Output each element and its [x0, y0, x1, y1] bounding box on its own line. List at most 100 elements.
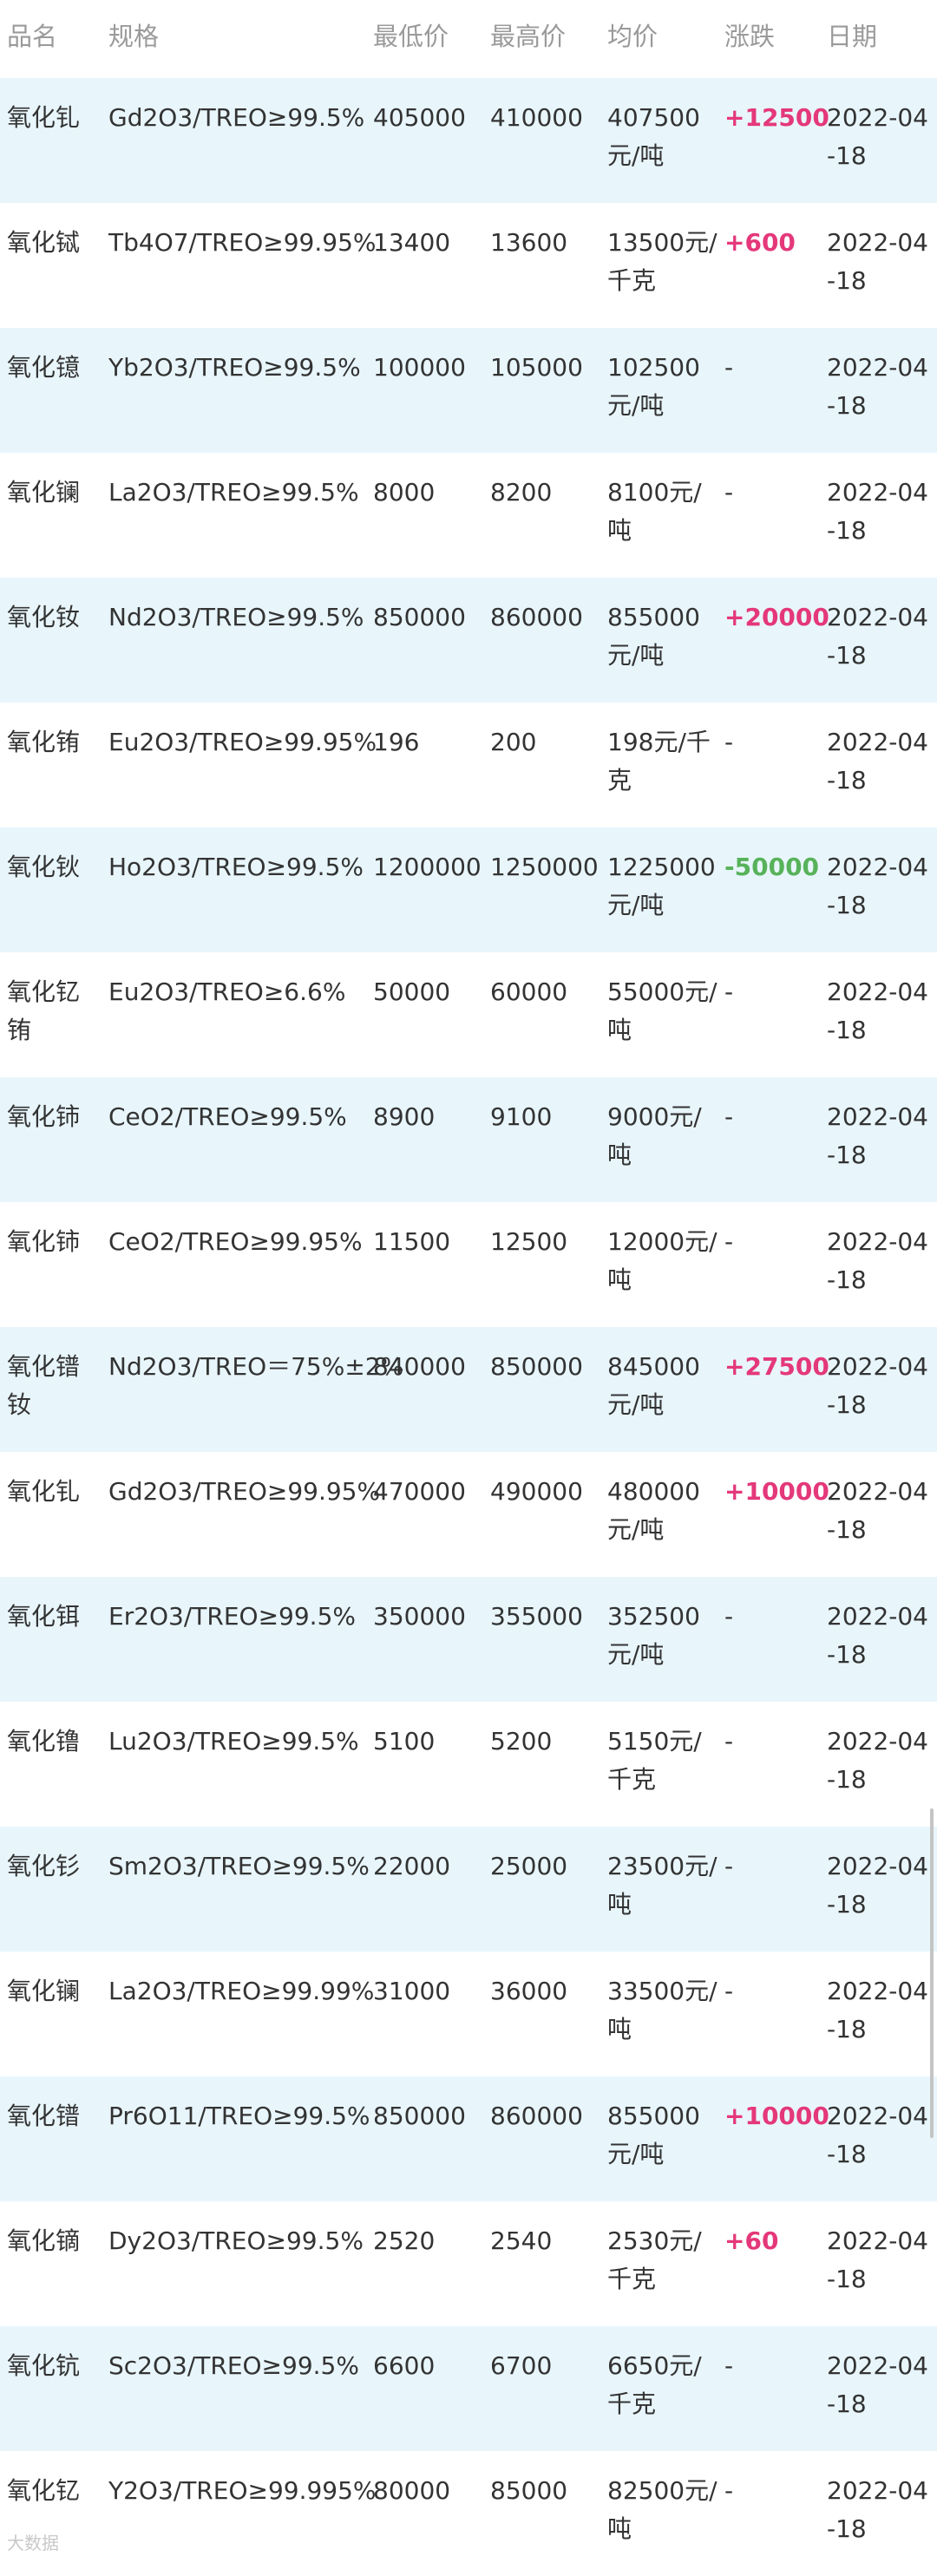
cell-max-price: 60000: [490, 977, 568, 1006]
cell-min-price: 196: [373, 728, 420, 756]
table-row[interactable]: 氧化铈 CeO2/TREO≥99.95% 11500 12500 12000元/吨 - 20…: [0, 1202, 937, 1327]
cell-avg-price: 33500元/吨: [607, 1977, 717, 2043]
header-name[interactable]: 品名: [7, 17, 94, 56]
cell-date: 2022-04-18: [827, 1477, 928, 1544]
cell-spec: Dy2O3/TREO≥99.5%: [108, 2226, 364, 2255]
cell-name: 氧化镧: [7, 478, 81, 507]
table-row[interactable]: 氧化铒 Er2O3/TREO≥99.5% 350000 355000 352500元/吨…: [0, 1577, 937, 1702]
cell-spec: Er2O3/TREO≥99.5%: [108, 1602, 357, 1631]
cell-name: 氧化镝: [7, 2226, 81, 2255]
table-row[interactable]: 氧化钆 Gd2O3/TREO≥99.5% 405000 410000 407500元/吨…: [0, 78, 937, 203]
cell-avg-price: 845000元/吨: [607, 1352, 700, 1419]
cell-avg-price: 407500元/吨: [607, 103, 700, 170]
table-row[interactable]: 氧化镧 La2O3/TREO≥99.5% 8000 8200 8100元/吨 - 2022-…: [0, 453, 937, 578]
cell-spec: CeO2/TREO≥99.5%: [108, 1102, 347, 1131]
cell-date: 2022-04-18: [827, 353, 928, 420]
vertical-scrollbar[interactable]: [930, 1808, 934, 2138]
cell-change: -: [724, 1727, 734, 1755]
cell-spec: Eu2O3/TREO≥6.6%: [108, 977, 346, 1006]
cell-spec: Tb4O7/TREO≥99.95%: [108, 228, 377, 257]
table-row[interactable]: 氧化镨 Pr6O11/TREO≥99.5% 850000 860000 855000元/…: [0, 2076, 937, 2201]
cell-max-price: 12500: [490, 1227, 568, 1256]
cell-min-price: 2520: [373, 2226, 436, 2255]
header-min-price[interactable]: 最低价: [373, 17, 486, 56]
cell-date: 2022-04-18: [827, 2226, 928, 2293]
table-row[interactable]: 氧化镱 Yb2O3/TREO≥99.5% 100000 105000 102500元/吨…: [0, 328, 937, 453]
header-change[interactable]: 涨跌: [724, 17, 829, 56]
cell-spec: La2O3/TREO≥99.99%: [108, 1977, 375, 2005]
cell-max-price: 860000: [490, 2102, 583, 2130]
watermark-text: 大数据: [7, 2533, 59, 2553]
cell-date: 2022-04-18: [827, 1602, 928, 1669]
table-row[interactable]: 氧化钆 Gd2O3/TREO≥99.95% 470000 490000 480000元/…: [0, 1452, 937, 1577]
cell-min-price: 50000: [373, 977, 451, 1006]
header-spec[interactable]: 规格: [108, 17, 369, 56]
cell-name: 氧化钆: [7, 1477, 81, 1506]
cell-spec: Y2O3/TREO≥99.995%: [108, 2476, 377, 2505]
cell-change: -: [724, 1102, 734, 1131]
table-row[interactable]: 氧化钕 Nd2O3/TREO≥99.5% 850000 860000 855000元/吨…: [0, 578, 937, 703]
cell-max-price: 105000: [490, 353, 583, 382]
cell-spec: Sc2O3/TREO≥99.5%: [108, 2351, 359, 2380]
cell-spec: Pr6O11/TREO≥99.5%: [108, 2102, 370, 2130]
cell-name: 氧化铽: [7, 228, 81, 257]
cell-change: -: [724, 728, 734, 756]
header-max-price[interactable]: 最高价: [490, 17, 603, 56]
table-row[interactable]: 氧化钇铕 Eu2O3/TREO≥6.6% 50000 60000 55000元/吨 - 20…: [0, 952, 937, 1077]
table-row[interactable]: 氧化镥 Lu2O3/TREO≥99.5% 5100 5200 5150元/千克 - 2022…: [0, 1702, 937, 1827]
table-row[interactable]: 氧化钇 Y2O3/TREO≥99.995% 80000 85000 82500元/吨 - 2…: [0, 2451, 937, 2576]
cell-date: 2022-04-18: [827, 478, 928, 545]
cell-avg-price: 55000元/吨: [607, 977, 717, 1044]
cell-name: 氧化镨: [7, 2102, 81, 2130]
table-row[interactable]: 氧化铽 Tb4O7/TREO≥99.95% 13400 13600 13500元/千克 +…: [0, 203, 937, 328]
cell-change: +60: [724, 2226, 779, 2255]
cell-name: 氧化钬: [7, 853, 81, 881]
cell-avg-price: 12000元/吨: [607, 1227, 717, 1294]
table-body: 氧化钆 Gd2O3/TREO≥99.5% 405000 410000 407500元/吨…: [0, 78, 937, 2576]
cell-max-price: 2540: [490, 2226, 553, 2255]
cell-date: 2022-04-18: [827, 1227, 928, 1294]
cell-date: 2022-04-18: [827, 728, 928, 794]
cell-avg-price: 9000元/吨: [607, 1102, 702, 1169]
table-row[interactable]: 氧化镝 Dy2O3/TREO≥99.5% 2520 2540 2530元/千克 +60 20…: [0, 2201, 937, 2326]
table-row[interactable]: 氧化镧 La2O3/TREO≥99.99% 31000 36000 33500元/吨 - 2…: [0, 1952, 937, 2076]
cell-change: -: [724, 1227, 734, 1256]
cell-min-price: 850000: [373, 603, 466, 631]
header-avg-price[interactable]: 均价: [607, 17, 720, 56]
cell-max-price: 9100: [490, 1102, 553, 1131]
cell-min-price: 350000: [373, 1602, 466, 1631]
cell-change: -50000: [724, 853, 820, 881]
cell-min-price: 31000: [373, 1977, 451, 2005]
cell-name: 氧化镥: [7, 1727, 81, 1755]
header-date[interactable]: 日期: [827, 17, 935, 56]
cell-spec: Nd2O3/TREO＝75%±2%: [108, 1352, 404, 1381]
cell-date: 2022-04-18: [827, 2102, 928, 2168]
cell-date: 2022-04-18: [827, 2476, 928, 2543]
cell-avg-price: 855000元/吨: [607, 603, 700, 670]
table-row[interactable]: 氧化钪 Sc2O3/TREO≥99.5% 6600 6700 6650元/千克 - 2022…: [0, 2326, 937, 2451]
cell-avg-price: 5150元/千克: [607, 1727, 702, 1794]
cell-spec: CeO2/TREO≥99.95%: [108, 1227, 363, 1256]
table-row[interactable]: 氧化铈 CeO2/TREO≥99.5% 8900 9100 9000元/吨 - 2022-0…: [0, 1077, 937, 1202]
cell-max-price: 85000: [490, 2476, 568, 2505]
cell-max-price: 410000: [490, 103, 583, 132]
cell-change: -: [724, 977, 734, 1006]
cell-max-price: 6700: [490, 2351, 553, 2380]
table-row[interactable]: 氧化钐 Sm2O3/TREO≥99.5% 22000 25000 23500元/吨 - 20…: [0, 1827, 937, 1952]
cell-avg-price: 82500元/吨: [607, 2476, 717, 2543]
cell-max-price: 860000: [490, 603, 583, 631]
cell-max-price: 8200: [490, 478, 553, 507]
cell-min-price: 405000: [373, 103, 466, 132]
cell-max-price: 13600: [490, 228, 568, 257]
table-row[interactable]: 氧化镨钕 Nd2O3/TREO＝75%±2% 840000 850000 845000元…: [0, 1327, 937, 1452]
cell-max-price: 25000: [490, 1852, 568, 1880]
cell-date: 2022-04-18: [827, 1102, 928, 1169]
table-row[interactable]: 氧化钬 Ho2O3/TREO≥99.5% 1200000 1250000 1225000…: [0, 827, 937, 952]
cell-name: 氧化镨钕: [7, 1352, 81, 1419]
cell-name: 氧化钕: [7, 603, 81, 631]
cell-date: 2022-04-18: [827, 2351, 928, 2418]
cell-min-price: 1200000: [373, 853, 482, 881]
cell-name: 氧化铈: [7, 1102, 81, 1131]
cell-avg-price: 855000元/吨: [607, 2102, 700, 2168]
table-row[interactable]: 氧化铕 Eu2O3/TREO≥99.95% 196 200 198元/千克 - 2022-0…: [0, 703, 937, 827]
